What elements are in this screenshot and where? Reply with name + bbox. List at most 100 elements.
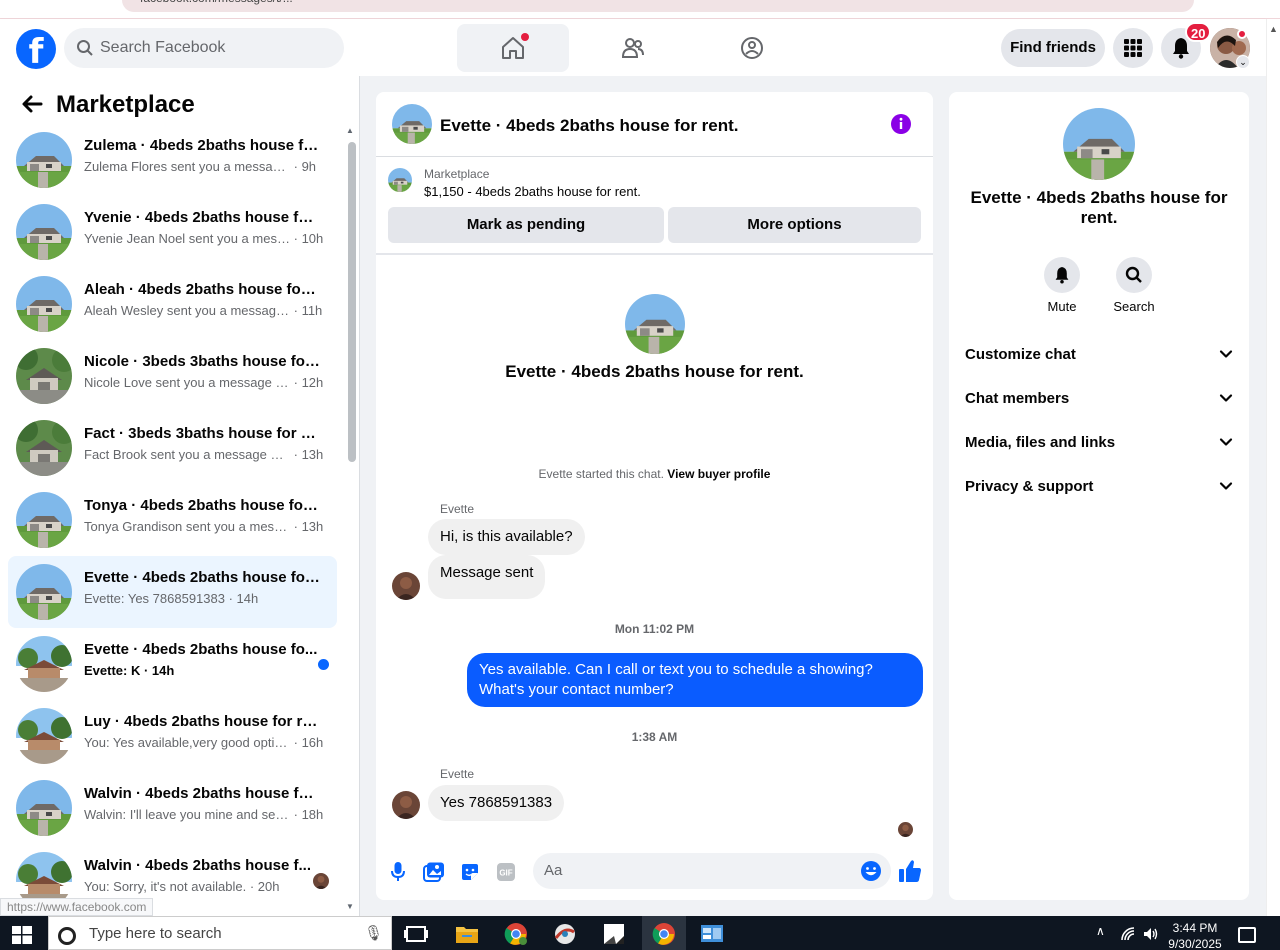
scroll-up-arrow-icon[interactable]: ▲: [346, 126, 354, 135]
attach-photo-button[interactable]: [422, 860, 446, 884]
action-center-icon[interactable]: [1238, 927, 1256, 943]
preview-text: Aleah Wesley sent you a message ...: [84, 303, 290, 318]
preview-text: Zulema Flores sent you a message ...: [84, 159, 290, 174]
back-arrow-icon[interactable]: [20, 92, 44, 116]
conversation-preview: Fact Brook sent you a message ab... · 13…: [84, 447, 323, 463]
section-label: Media, files and links: [965, 433, 1116, 451]
bell-icon: [1173, 38, 1189, 59]
conversation-item[interactable]: Aleah · 4beds 2baths house for r... Aleah…: [8, 268, 337, 340]
show-hidden-icons-chevron-icon[interactable]: ∧: [1096, 924, 1105, 938]
scroll-up-arrow-icon[interactable]: ▲: [1269, 24, 1278, 34]
seen-avatar: [313, 873, 329, 889]
section-label: Privacy & support: [965, 477, 1094, 495]
microphone-icon[interactable]: 🎙: [364, 924, 383, 942]
message-input[interactable]: Aa: [533, 853, 891, 889]
chrome-profile-icon[interactable]: [504, 922, 528, 946]
conversation-item[interactable]: Walvin · 4beds 2baths house for... Walvin…: [8, 772, 337, 844]
page-scrollbar[interactable]: [1266, 19, 1280, 916]
listing-price-title[interactable]: $1,150 - 4beds 2baths house for rent.: [424, 184, 641, 200]
task-view-icon[interactable]: [404, 922, 428, 946]
conversation-item[interactable]: Evette · 4beds 2baths house for ... Evett…: [8, 556, 337, 628]
conversation-item[interactable]: Tonya · 4beds 2baths house for ... Tonya …: [8, 484, 337, 556]
conversation-title: Walvin · 4beds 2baths house f...: [84, 857, 311, 874]
sender-name: Evette: [440, 502, 475, 516]
info-section-media-files-and-links[interactable]: Media, files and links: [949, 420, 1249, 464]
conversation-title: Tonya · 4beds 2baths house for ...: [84, 497, 320, 514]
info-section-customize-chat[interactable]: Customize chat: [949, 332, 1249, 376]
clock-date[interactable]: 9/30/2025: [1160, 937, 1230, 950]
info-avatar[interactable]: [1063, 108, 1135, 180]
network-icon[interactable]: [1120, 926, 1136, 942]
incoming-message[interactable]: Hi, is this available?: [428, 519, 585, 555]
incoming-message[interactable]: Message sent: [428, 555, 546, 599]
preview-time: · 14h: [143, 663, 175, 678]
conversation-title: Aleah · 4beds 2baths house for r...: [84, 281, 320, 298]
menu-button[interactable]: [1113, 28, 1153, 68]
started-text: Evette started this chat.: [538, 467, 664, 481]
mark-as-pending-button[interactable]: Mark as pending: [388, 207, 664, 243]
chevron-down-icon[interactable]: ⌄: [1236, 55, 1250, 69]
conversation-preview: Evette: Yes 7868591383 · 14h: [84, 591, 320, 607]
outgoing-message[interactable]: Yes available. Can I call or text you to…: [467, 653, 923, 707]
emoji-icon[interactable]: [860, 860, 882, 882]
incoming-message[interactable]: Yes 7868591383: [428, 785, 565, 821]
conversation-title: Yvenie · 4beds 2baths house for ...: [84, 209, 320, 226]
file-explorer-icon[interactable]: [455, 922, 479, 946]
find-friends-button[interactable]: Find friends: [1001, 29, 1105, 67]
chevron-down-icon: [1219, 482, 1233, 490]
mute-button[interactable]: [1044, 257, 1080, 293]
address-bar[interactable]: facebook.com/messages/t/...: [122, 0, 1194, 12]
chrome-icon[interactable]: [652, 922, 676, 946]
conversation-item[interactable]: Zulema · 4beds 2baths house fo... Zulema …: [8, 124, 337, 196]
conversation-item[interactable]: Nicole · 3beds 3baths house for ... Nicol…: [8, 340, 337, 412]
conversation-item[interactable]: Evette · 4beds 2baths house fo... Evette:…: [8, 628, 337, 700]
app-icon[interactable]: [553, 922, 577, 946]
conversation-item[interactable]: Fact · 3beds 3baths house for re... Fact …: [8, 412, 337, 484]
grid-menu-icon: [1124, 39, 1142, 57]
control-panel-icon[interactable]: [700, 922, 724, 946]
view-buyer-profile-link[interactable]: View buyer profile: [667, 467, 770, 481]
listing-thumbnail: [16, 492, 72, 548]
divider: [376, 156, 933, 157]
tab-groups[interactable]: [696, 24, 808, 72]
conversation-title: Walvin · 4beds 2baths house for...: [84, 785, 320, 802]
listing-thumbnail[interactable]: [388, 168, 412, 192]
conversation-item[interactable]: Luy · 4beds 2baths house for rent. You: Y…: [8, 700, 337, 772]
thumbs-up-icon[interactable]: [898, 858, 922, 884]
sticky-notes-icon[interactable]: [602, 922, 626, 946]
more-options-button[interactable]: More options: [668, 207, 921, 243]
scroll-down-arrow-icon[interactable]: ▼: [346, 902, 354, 911]
info-section-chat-members[interactable]: Chat members: [949, 376, 1249, 420]
scrollbar-thumb[interactable]: [348, 142, 356, 462]
info-icon[interactable]: [890, 113, 912, 135]
tab-friends[interactable]: [577, 24, 689, 72]
preview-time: · 9h: [293, 159, 317, 174]
volume-icon[interactable]: [1143, 926, 1159, 942]
chevron-down-icon: [1219, 438, 1233, 446]
taskbar-search-input[interactable]: Type here to search: [48, 916, 392, 950]
listing-thumbnail: [16, 708, 72, 764]
friends-icon: [621, 38, 644, 58]
clock-time[interactable]: 3:44 PM: [1160, 921, 1230, 935]
search-action[interactable]: Search: [1102, 257, 1166, 315]
search-in-chat-button[interactable]: [1116, 257, 1152, 293]
search-input[interactable]: Search Facebook: [64, 28, 344, 68]
tab-home[interactable]: [457, 24, 569, 72]
sticker-button[interactable]: [458, 860, 482, 884]
preview-text: You: Sorry, it's not available.: [84, 879, 247, 894]
sender-avatar[interactable]: [392, 572, 420, 600]
info-title: Evette · 4beds 2baths house for rent.: [970, 188, 1228, 227]
gif-button[interactable]: GIF: [494, 860, 518, 884]
preview-time: · 18h: [293, 807, 324, 822]
voice-clip-button[interactable]: [386, 860, 410, 884]
section-label: Customize chat: [965, 345, 1076, 363]
preview-text: Nicole Love sent you a message a...: [84, 375, 290, 390]
facebook-logo[interactable]: f: [16, 29, 56, 69]
windows-start-icon[interactable]: [12, 926, 32, 944]
conversation-item[interactable]: Yvenie · 4beds 2baths house for ... Yveni…: [8, 196, 337, 268]
chat-listing-avatar[interactable]: [392, 104, 432, 144]
chat-title[interactable]: Evette · 4beds 2baths house for rent.: [440, 115, 739, 137]
mute-action[interactable]: Mute: [1030, 257, 1094, 315]
sender-avatar[interactable]: [392, 791, 420, 819]
info-section-privacy-support[interactable]: Privacy & support: [949, 464, 1249, 508]
